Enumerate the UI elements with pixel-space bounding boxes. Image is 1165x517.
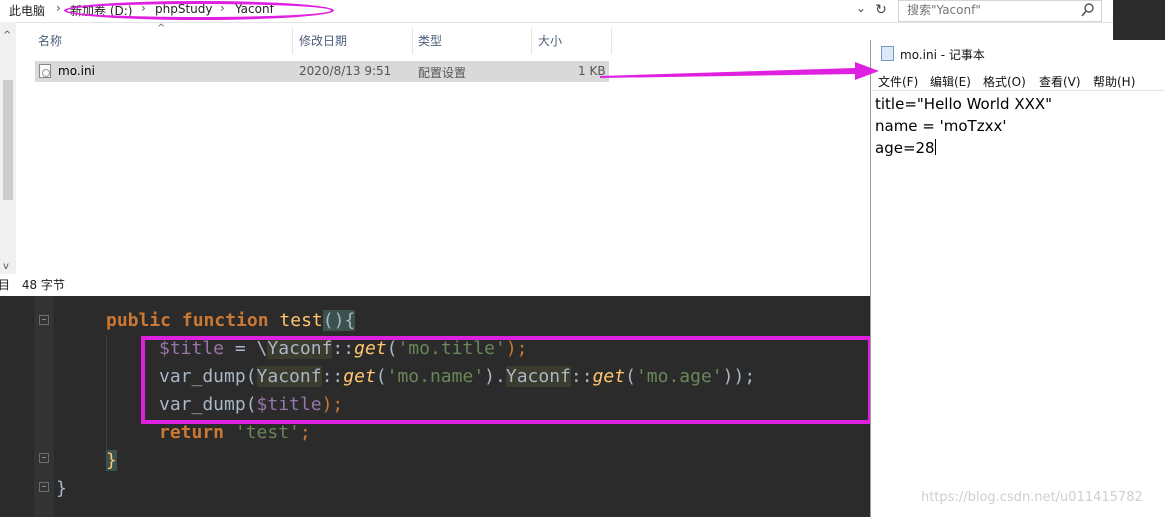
column-header-size[interactable]: 大小 [534, 28, 612, 54]
indent-guide [106, 336, 107, 451]
column-header-type[interactable]: 类型 [414, 28, 532, 54]
status-selection-size: 48 字节 [21, 278, 65, 292]
column-header-name[interactable]: 名称 [34, 28, 293, 54]
search-box[interactable] [898, 0, 1102, 22]
status-bar: 项目 48 字节 [0, 276, 65, 293]
notepad-window: mo.ini - 记事本 文件(F) 编辑(E) 格式(O) 查看(V) 帮助(… [870, 40, 1165, 517]
status-item-count: 项目 [0, 278, 11, 292]
watermark-text: https://blog.csdn.net/u011415782 [921, 490, 1143, 505]
ini-file-icon [39, 64, 51, 78]
file-name: mo.ini [58, 64, 95, 78]
file-row[interactable]: mo.ini 2020/8/13 9:51 配置设置 1 KB [35, 61, 609, 82]
fold-marker-icon[interactable] [39, 482, 49, 492]
refresh-icon[interactable]: ↻ [872, 0, 890, 20]
menu-format[interactable]: 格式(O) [983, 73, 1026, 90]
menu-view[interactable]: 查看(V) [1039, 73, 1081, 90]
chevron-up-icon[interactable]: ^ [3, 30, 11, 41]
code-line-return: return 'test'; [159, 422, 311, 443]
search-icon[interactable] [1081, 2, 1095, 18]
code-line-close-class: } [56, 478, 67, 499]
file-modified: 2020/8/13 9:51 [299, 64, 392, 78]
annotation-rectangle [141, 336, 872, 424]
search-input[interactable] [899, 1, 1077, 19]
annotation-ellipse [64, 1, 334, 20]
code-line-close-function: } [106, 450, 117, 471]
text-area[interactable]: title="Hello World XXX" name = 'moTzxx' … [875, 93, 1052, 159]
fold-marker-icon[interactable] [39, 315, 49, 325]
menu-edit[interactable]: 编辑(E) [930, 73, 971, 90]
file-type: 配置设置 [418, 66, 467, 80]
chevron-down-icon[interactable]: v [3, 261, 9, 272]
fold-marker-icon[interactable] [39, 453, 49, 463]
text-line: age=28 [875, 139, 936, 157]
menu-help[interactable]: 帮助(H) [1093, 73, 1135, 90]
text-caret [934, 139, 936, 155]
code-line-function-decl: public function test(){ [106, 310, 356, 331]
breadcrumb-this-pc[interactable]: 此电脑 [9, 2, 45, 19]
scrollbar-thumb[interactable] [3, 80, 13, 200]
breadcrumb-separator-icon: › [56, 1, 61, 15]
text-line: title="Hello World XXX" [875, 95, 1053, 113]
annotation-arrow [600, 62, 879, 80]
chevron-down-icon[interactable]: ⌄ [856, 1, 866, 15]
menu-bar: 文件(F) 编辑(E) 格式(O) 查看(V) 帮助(H) [871, 70, 1165, 91]
vertical-scrollbar[interactable]: ^ v [0, 22, 16, 274]
window-title: mo.ini - 记事本 [881, 46, 985, 63]
text-line: name = 'moTzxx' [875, 117, 1007, 135]
column-header-modified[interactable]: 修改日期 [295, 28, 413, 54]
